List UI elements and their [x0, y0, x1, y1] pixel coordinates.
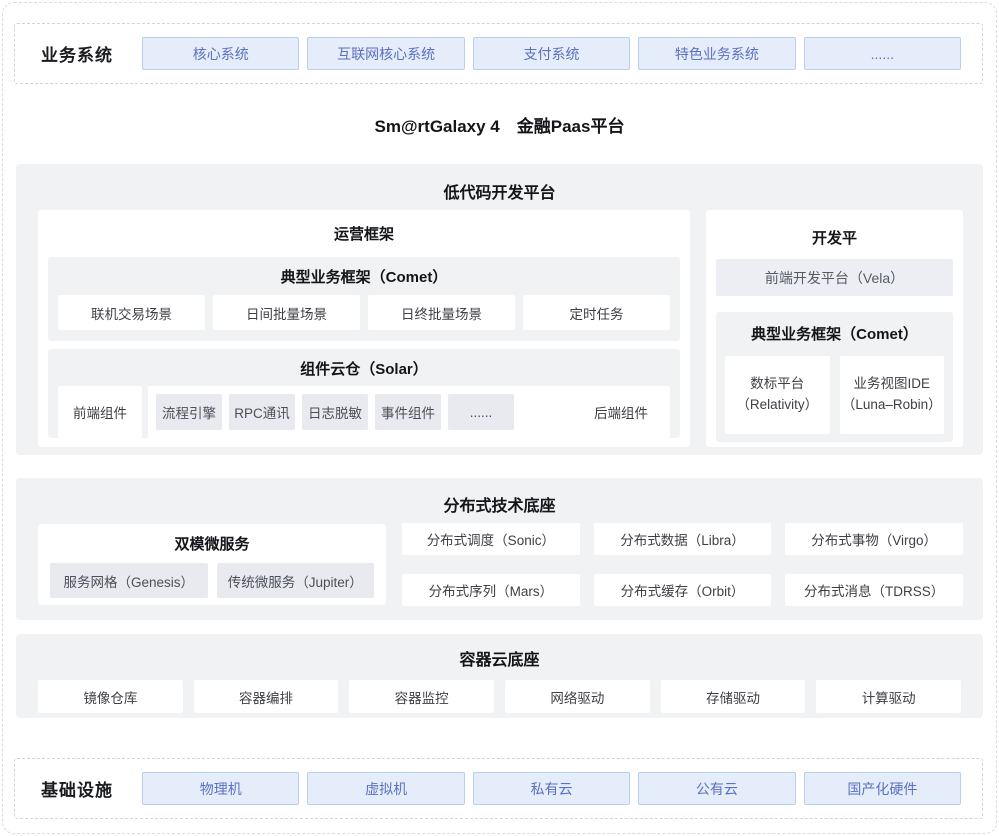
dual-mode-buttons: 服务网格（Genesis） 传统微服务（Jupiter） — [38, 563, 386, 598]
button-relativity-data-platform[interactable]: 数标平台 （Relativity） — [725, 356, 830, 434]
comet-framework-title: 典型业务框架（Comet） — [48, 257, 680, 287]
chip-process-engine[interactable]: 流程引擎 — [156, 394, 222, 430]
comet-framework-box: 典型业务框架（Comet） 联机交易场景 日间批量场景 日终批量场景 定时任务 — [48, 257, 680, 341]
button-vela-frontend-dev-platform[interactable]: 前端开发平台（Vela） — [716, 259, 953, 296]
button-orbit-distributed-cache[interactable]: 分布式缓存（Orbit） — [594, 574, 772, 606]
button-storage-driver[interactable]: 存储驱动 — [661, 680, 806, 713]
button-jupiter-traditional-microservice[interactable]: 传统微服务（Jupiter） — [217, 563, 375, 598]
solar-component-box: 组件云仓（Solar） 前端组件 流程引擎 RPC通讯 日志脱敏 事件组件 ..… — [48, 349, 680, 438]
luna-robin-line1: 业务视图IDE — [853, 374, 930, 395]
button-eod-batch-scene[interactable]: 日终批量场景 — [368, 295, 515, 330]
button-image-registry[interactable]: 镜像仓库 — [38, 680, 183, 713]
container-cloud-title: 容器云底座 — [16, 634, 983, 670]
button-daytime-batch-scene[interactable]: 日间批量场景 — [213, 295, 360, 330]
dev-comet-buttons: 数标平台 （Relativity） 业务视图IDE （Luna–Robin） — [716, 356, 953, 434]
distributed-buttons-grid: 分布式调度（Sonic） 分布式数据（Libra） 分布式事物（Virgo） 分… — [402, 523, 963, 606]
infrastructure-row: 基础设施 物理机 虚拟机 私有云 公有云 国产化硬件 — [14, 758, 983, 819]
architecture-diagram: 业务系统 核心系统 互联网核心系统 支付系统 特色业务系统 ...... Sm@… — [0, 0, 999, 836]
business-systems-label: 业务系统 — [41, 41, 142, 66]
button-luna-robin-business-view-ide[interactable]: 业务视图IDE （Luna–Robin） — [840, 356, 945, 434]
button-virtual-machine[interactable]: 虚拟机 — [307, 772, 464, 805]
dev-comet-box: 典型业务框架（Comet） 数标平台 （Relativity） 业务视图IDE … — [716, 312, 953, 442]
button-mars-distributed-sequence[interactable]: 分布式序列（Mars） — [402, 574, 580, 606]
low-code-platform-section: 低代码开发平台 运营框架 典型业务框架（Comet） 联机交易场景 日间批量场景… — [16, 164, 983, 455]
button-online-trade-scene[interactable]: 联机交易场景 — [58, 295, 205, 330]
button-special-business-system[interactable]: 特色业务系统 — [638, 37, 795, 70]
button-scheduled-task[interactable]: 定时任务 — [523, 295, 670, 330]
operation-frame-title: 运营框架 — [38, 210, 690, 244]
operation-frame-panel: 运营框架 典型业务框架（Comet） 联机交易场景 日间批量场景 日终批量场景 … — [38, 210, 690, 447]
dev-comet-title: 典型业务框架（Comet） — [716, 312, 953, 344]
infrastructure-buttons: 物理机 虚拟机 私有云 公有云 国产化硬件 — [142, 772, 961, 805]
distributed-base-section: 分布式技术底座 双模微服务 服务网格（Genesis） 传统微服务（Jupite… — [16, 478, 983, 620]
business-systems-buttons: 核心系统 互联网核心系统 支付系统 特色业务系统 ...... — [142, 37, 961, 70]
infrastructure-label: 基础设施 — [41, 776, 142, 801]
luna-robin-line2: （Luna–Robin） — [842, 395, 942, 416]
chip-rpc-communication[interactable]: RPC通讯 — [229, 394, 295, 430]
distributed-base-title: 分布式技术底座 — [16, 478, 983, 516]
button-compute-driver[interactable]: 计算驱动 — [816, 680, 961, 713]
button-physical-machine[interactable]: 物理机 — [142, 772, 299, 805]
button-frontend-component[interactable]: 前端组件 — [58, 386, 142, 438]
dual-mode-microservice-panel: 双模微服务 服务网格（Genesis） 传统微服务（Jupiter） — [38, 524, 386, 605]
button-backend-component[interactable]: 后端组件 — [594, 402, 648, 422]
button-private-cloud[interactable]: 私有云 — [473, 772, 630, 805]
button-container-monitoring[interactable]: 容器监控 — [349, 680, 494, 713]
button-sonic-distributed-scheduling[interactable]: 分布式调度（Sonic） — [402, 523, 580, 555]
button-virgo-distributed-transaction[interactable]: 分布式事物（Virgo） — [785, 523, 963, 555]
button-network-driver[interactable]: 网络驱动 — [505, 680, 650, 713]
button-libra-distributed-data[interactable]: 分布式数据（Libra） — [594, 523, 772, 555]
relativity-line2: （Relativity） — [736, 395, 818, 416]
container-cloud-section: 容器云底座 镜像仓库 容器编排 容器监控 网络驱动 存储驱动 计算驱动 — [16, 634, 983, 718]
button-container-orchestration[interactable]: 容器编排 — [194, 680, 339, 713]
dev-platform-title: 开发平 — [706, 210, 963, 248]
button-more-systems[interactable]: ...... — [804, 37, 961, 70]
solar-chip-strip: 流程引擎 RPC通讯 日志脱敏 事件组件 ...... 后端组件 — [148, 386, 670, 438]
button-tdrss-distributed-message[interactable]: 分布式消息（TDRSS） — [785, 574, 963, 606]
solar-component-row: 前端组件 流程引擎 RPC通讯 日志脱敏 事件组件 ...... 后端组件 — [48, 386, 680, 438]
dev-platform-panel: 开发平 前端开发平台（Vela） 典型业务框架（Comet） 数标平台 （Rel… — [706, 210, 963, 447]
solar-component-title: 组件云仓（Solar） — [48, 349, 680, 379]
business-systems-row: 业务系统 核心系统 互联网核心系统 支付系统 特色业务系统 ...... — [14, 23, 983, 84]
button-internet-core-system[interactable]: 互联网核心系统 — [307, 37, 464, 70]
dual-mode-title: 双模微服务 — [38, 524, 386, 554]
button-payment-system[interactable]: 支付系统 — [473, 37, 630, 70]
comet-framework-buttons: 联机交易场景 日间批量场景 日终批量场景 定时任务 — [48, 295, 680, 330]
chip-log-masking[interactable]: 日志脱敏 — [302, 394, 368, 430]
container-cloud-buttons: 镜像仓库 容器编排 容器监控 网络驱动 存储驱动 计算驱动 — [16, 680, 983, 713]
button-public-cloud[interactable]: 公有云 — [638, 772, 795, 805]
button-core-system[interactable]: 核心系统 — [142, 37, 299, 70]
page-title: Sm@rtGalaxy 4 金融Paas平台 — [0, 112, 999, 137]
chip-event-component[interactable]: 事件组件 — [375, 394, 441, 430]
relativity-line1: 数标平台 — [750, 374, 804, 395]
button-domestic-hardware[interactable]: 国产化硬件 — [804, 772, 961, 805]
low-code-platform-title: 低代码开发平台 — [16, 164, 983, 203]
button-genesis-service-mesh[interactable]: 服务网格（Genesis） — [50, 563, 208, 598]
chip-more-components[interactable]: ...... — [448, 394, 514, 430]
